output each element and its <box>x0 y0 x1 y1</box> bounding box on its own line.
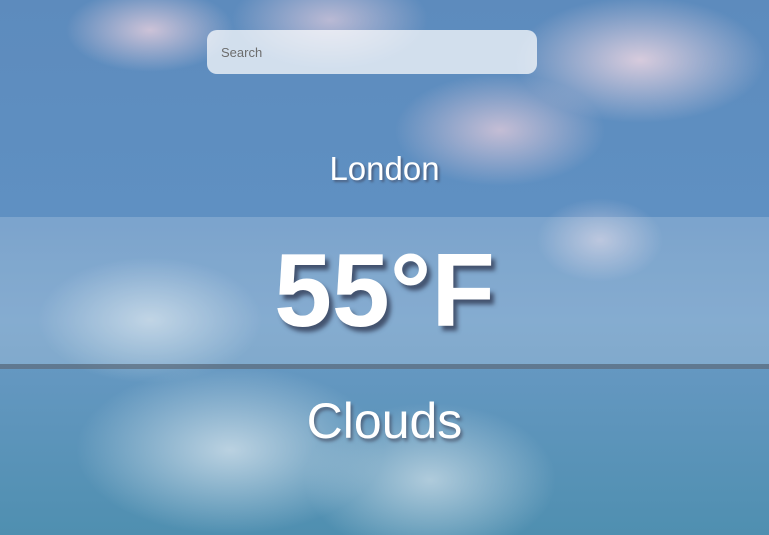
temperature-reading: 55°F <box>274 233 495 349</box>
weather-condition: Clouds <box>306 393 463 449</box>
search-box <box>207 30 537 74</box>
search-input[interactable] <box>207 30 537 74</box>
city-name: London <box>329 150 440 187</box>
